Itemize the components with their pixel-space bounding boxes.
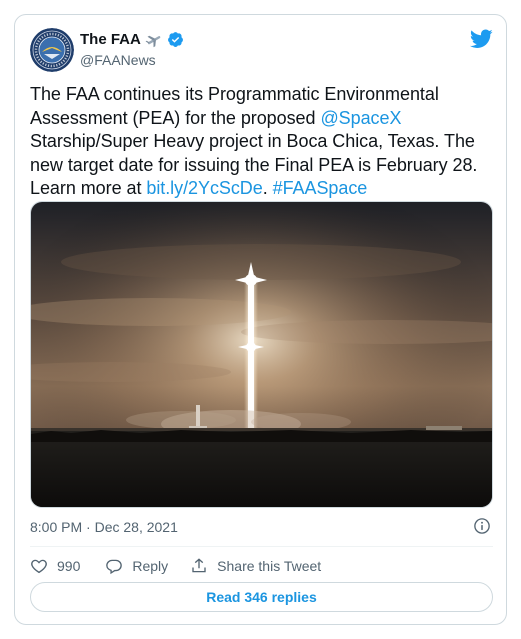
hashtag-link-faaspace[interactable]: #FAASpace <box>273 178 368 198</box>
verified-badge-icon <box>167 32 183 47</box>
tweet-actions: 990 Reply Share this Tweet <box>30 556 321 576</box>
read-replies-button[interactable]: Read 346 replies <box>30 582 493 612</box>
author-handle[interactable]: @FAANews <box>80 52 156 68</box>
airplane-emoji-icon <box>145 35 161 47</box>
reply-button[interactable]: Reply <box>105 557 168 575</box>
share-button[interactable]: Share this Tweet <box>190 557 321 575</box>
reply-label: Reply <box>132 558 169 574</box>
author-name-row[interactable]: The FAA <box>80 31 184 48</box>
faa-seal-icon <box>30 28 74 72</box>
share-icon <box>192 558 206 573</box>
share-label: Share this Tweet <box>217 558 322 574</box>
url-link[interactable]: bit.ly/2YcScDe <box>146 178 262 198</box>
rocket-launch-photo <box>31 202 492 507</box>
info-icon[interactable] <box>473 517 491 535</box>
heart-icon <box>31 559 47 574</box>
like-count: 990 <box>57 558 81 574</box>
reply-icon <box>106 559 123 575</box>
tweet-timestamp[interactable]: 8:00 PM · Dec 28, 2021 <box>30 519 178 535</box>
avatar[interactable] <box>30 28 74 72</box>
tweet-media-image[interactable] <box>30 201 493 508</box>
twitter-bird-icon[interactable] <box>470 29 493 49</box>
mention-link-spacex[interactable]: @SpaceX <box>320 108 401 128</box>
divider <box>30 546 493 547</box>
tweet-text: The FAA continues its Programmatic Envir… <box>30 83 495 201</box>
author-display-name[interactable]: The FAA <box>80 31 141 48</box>
tweet-text-segment: . <box>262 178 273 198</box>
like-button[interactable]: 990 <box>30 557 80 575</box>
